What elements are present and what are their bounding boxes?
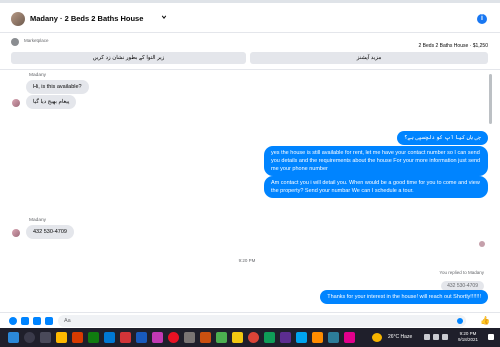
photo-icon[interactable] [21,317,29,325]
messenger-window: Madany · 2 Beds 2 Baths House i Marketpl… [0,0,500,347]
app-icon[interactable] [328,332,339,343]
app-icon[interactable] [200,332,211,343]
edge-icon[interactable] [104,332,115,343]
marketplace-label: Marketplace [24,38,49,43]
listing-title[interactable]: 2 Beds 2 Baths House · $1,250 [419,43,489,49]
volume-icon[interactable] [442,334,448,340]
app-icon[interactable] [216,332,227,343]
marketplace-banner: Marketplace 2 Beds 2 Baths House · $1,25… [0,34,500,70]
scrollbar-thumb[interactable] [489,74,492,124]
conversation-area: Madany Hi, is this available? پیغام بھیج… [0,70,500,312]
sender-name: Madany [29,73,47,78]
network-icon[interactable] [433,334,439,340]
media-icon[interactable] [168,332,179,343]
message-bubble-outgoing[interactable]: Thanks for your interest in the house! w… [320,290,488,304]
app-icon[interactable] [280,332,291,343]
message-bubble-incoming[interactable]: پیغام بھیج دیا گیا [26,95,77,109]
file-explorer-icon[interactable] [56,332,67,343]
chevron-down-icon[interactable] [161,14,167,20]
gif-icon[interactable] [45,317,53,325]
app-icon[interactable] [152,332,163,343]
app-icon[interactable] [184,332,195,343]
message-input[interactable]: Aa [58,315,466,327]
emoji-icon[interactable] [457,318,463,324]
excel-icon[interactable] [88,332,99,343]
windows-taskbar: 26°C Haze 9:20 PM 9/18/2021 [0,328,500,347]
app-icon[interactable] [264,332,275,343]
info-icon[interactable]: i [477,14,487,24]
add-icon[interactable] [9,317,17,325]
more-options-button[interactable]: مزید آپشنز [250,52,488,64]
seen-indicator [479,241,485,247]
marketplace-icon [11,38,19,46]
replied-label: You replied to Madany [439,270,484,275]
weather-text[interactable]: 26°C Haze [388,334,412,340]
app-icon[interactable] [296,332,307,343]
chrome-icon[interactable] [248,332,259,343]
contact-avatar-small[interactable] [12,229,20,237]
timestamp: 9:20 PM [238,258,256,263]
app-icon[interactable] [344,332,355,343]
search-icon[interactable] [24,332,35,343]
sticker-icon[interactable] [33,317,41,325]
mark-pending-button[interactable]: زیر التوا کے بطور نشان زد کریں [11,52,246,64]
weather-icon[interactable] [372,333,382,342]
contact-avatar-small[interactable] [12,99,20,107]
start-icon[interactable] [8,332,19,343]
chevron-up-icon[interactable] [424,334,430,340]
word-icon[interactable] [136,332,147,343]
message-bubble-outgoing[interactable]: جی ہاں کیا آپ کو دلچسپی ہے؟ [397,131,488,145]
clock[interactable]: 9:20 PM 9/18/2021 [454,331,482,343]
office-icon[interactable] [72,332,83,343]
message-bubble-outgoing[interactable]: Am contact you i will detail you. When w… [264,176,488,198]
message-bubble-outgoing[interactable]: yes the house is still available for ren… [264,146,488,176]
like-icon[interactable]: 👍 [480,316,490,325]
clock-date: 9/18/2021 [457,337,479,342]
task-view-icon[interactable] [40,332,51,343]
message-bubble-incoming[interactable]: 432 530-4709 [26,225,74,239]
app-icon[interactable] [232,332,243,343]
message-composer: Aa 👍 [0,312,500,328]
app-icon[interactable] [312,332,323,343]
chat-header: Madany · 2 Beds 2 Baths House i [0,3,500,33]
contact-avatar[interactable] [11,12,25,26]
notifications-icon[interactable] [488,334,494,340]
app-icon[interactable] [120,332,131,343]
message-bubble-incoming[interactable]: Hi, is this available? [26,80,89,94]
sender-name: Madany [29,218,47,223]
chat-title[interactable]: Madany · 2 Beds 2 Baths House [30,14,143,23]
